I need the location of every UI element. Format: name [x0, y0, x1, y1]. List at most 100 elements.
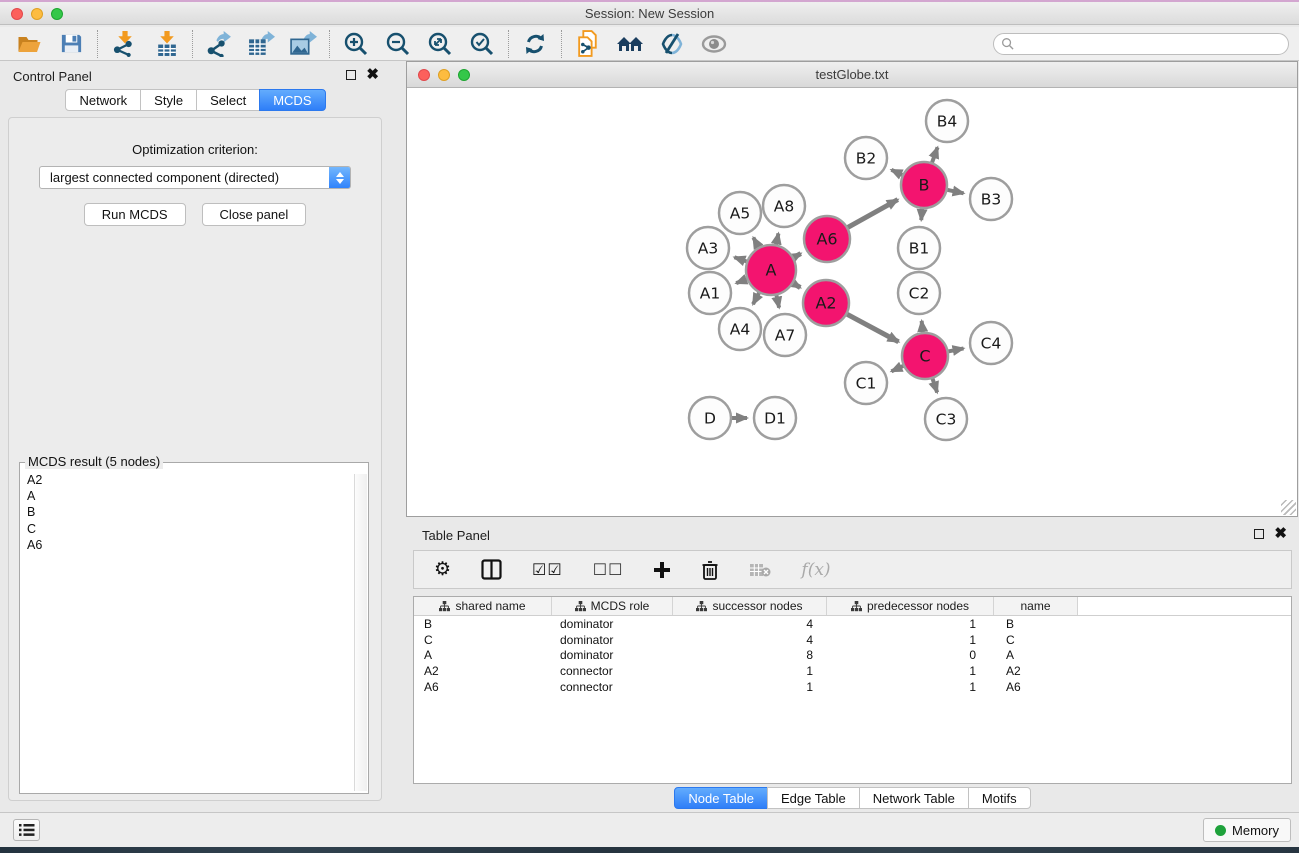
- graph-edge-A-A1[interactable]: [736, 279, 747, 283]
- refresh-icon[interactable]: [514, 29, 556, 59]
- close-panel-icon[interactable]: ✖: [366, 69, 379, 80]
- save-session-icon[interactable]: [50, 29, 92, 59]
- table-cell[interactable]: dominator: [552, 633, 673, 647]
- graph-edge-A-A4[interactable]: [753, 292, 759, 304]
- table-cell[interactable]: A2: [994, 664, 1078, 678]
- graph-edge-C-C4[interactable]: [948, 348, 964, 351]
- graph-node-A7[interactable]: A7: [764, 314, 806, 356]
- table-cell[interactable]: 1: [827, 633, 994, 647]
- graph-edge-C-C3[interactable]: [932, 378, 937, 393]
- table-cell[interactable]: A6: [414, 680, 552, 694]
- clone-network-icon[interactable]: [567, 29, 609, 59]
- graph-edge-A-A8[interactable]: [776, 233, 778, 245]
- graph-edge-B-B2[interactable]: [891, 170, 903, 175]
- table-cell[interactable]: 1: [673, 680, 827, 694]
- table-cell[interactable]: 1: [827, 664, 994, 678]
- graph-node-A1[interactable]: A1: [689, 272, 731, 314]
- table-cell[interactable]: A2: [414, 664, 552, 678]
- tab-style[interactable]: Style: [140, 89, 197, 111]
- graph-edge-B-B3[interactable]: [947, 190, 964, 194]
- graph-node-D1[interactable]: D1: [754, 397, 796, 439]
- column-header-shared-name[interactable]: shared name: [414, 597, 552, 615]
- graph-node-C3[interactable]: C3: [925, 398, 967, 440]
- float-panel-icon[interactable]: [346, 70, 356, 80]
- optimization-criterion-select[interactable]: largest connected component (directed): [39, 166, 351, 189]
- graph-node-A8[interactable]: A8: [763, 185, 805, 227]
- table-row[interactable]: Bdominator41B: [414, 616, 1291, 632]
- settings-gear-icon[interactable]: ⚙: [434, 558, 451, 581]
- graph-edge-C-C1[interactable]: [891, 366, 904, 372]
- close-panel-button[interactable]: Close panel: [202, 203, 307, 226]
- table-cell[interactable]: 8: [673, 648, 827, 662]
- deselect-all-icon[interactable]: ☐☐: [593, 560, 624, 580]
- table-row[interactable]: Cdominator41C: [414, 632, 1291, 648]
- run-mcds-button[interactable]: Run MCDS: [84, 203, 186, 226]
- graph-edge-A-A3[interactable]: [734, 257, 747, 262]
- export-image-icon[interactable]: [282, 29, 324, 59]
- graph-node-A6[interactable]: A6: [804, 216, 850, 262]
- table-cell[interactable]: 4: [673, 617, 827, 631]
- table-cell[interactable]: B: [414, 617, 552, 631]
- memory-button[interactable]: Memory: [1203, 818, 1291, 842]
- graph-edge-A6-B[interactable]: [847, 200, 898, 228]
- import-network-icon[interactable]: [103, 29, 145, 59]
- table-cell[interactable]: connector: [552, 680, 673, 694]
- graph-edge-A-A7[interactable]: [776, 294, 779, 307]
- table-cell[interactable]: dominator: [552, 617, 673, 631]
- float-table-panel-icon[interactable]: [1254, 529, 1264, 539]
- table-cell[interactable]: 4: [673, 633, 827, 647]
- graph-node-C4[interactable]: C4: [970, 322, 1012, 364]
- zoom-selected-icon[interactable]: [461, 29, 503, 59]
- column-header-name[interactable]: name: [994, 597, 1078, 615]
- result-item-b[interactable]: B: [27, 504, 368, 520]
- graph-edge-B-B4[interactable]: [932, 147, 938, 163]
- column-header-mcds-role[interactable]: MCDS role: [552, 597, 673, 615]
- tab-network[interactable]: Network: [65, 89, 141, 111]
- import-table-icon[interactable]: [145, 29, 187, 59]
- zoom-in-icon[interactable]: [335, 29, 377, 59]
- graph-edge-A-A5[interactable]: [753, 238, 759, 248]
- result-item-a[interactable]: A: [27, 488, 368, 504]
- network-window-titlebar[interactable]: testGlobe.txt: [407, 62, 1297, 88]
- graph-node-B4[interactable]: B4: [926, 100, 968, 142]
- tab-mcds[interactable]: MCDS: [259, 89, 325, 111]
- graph-node-C2[interactable]: C2: [898, 272, 940, 314]
- graph-edge-A-A2[interactable]: [792, 283, 800, 288]
- open-session-icon[interactable]: [8, 29, 50, 59]
- zoom-out-icon[interactable]: [377, 29, 419, 59]
- export-network-icon[interactable]: [198, 29, 240, 59]
- search-field[interactable]: [993, 33, 1289, 55]
- graph-node-A5[interactable]: A5: [719, 192, 761, 234]
- graph-node-B[interactable]: B: [901, 162, 947, 208]
- graph-node-B2[interactable]: B2: [845, 137, 887, 179]
- tab-motifs[interactable]: Motifs: [968, 787, 1031, 809]
- graph-node-B3[interactable]: B3: [970, 178, 1012, 220]
- graph-edge-A2-C[interactable]: [846, 314, 898, 342]
- graph-node-A4[interactable]: A4: [719, 308, 761, 350]
- network-graph-canvas[interactable]: AA1A2A3A4A5A6A7A8BB1B2B3B4CC1C2C3C4DD1: [407, 89, 1297, 517]
- table-cell[interactable]: 1: [827, 617, 994, 631]
- tab-network-table[interactable]: Network Table: [859, 787, 969, 809]
- table-cell[interactable]: A: [414, 648, 552, 662]
- graph-edge-C-C2[interactable]: [922, 321, 923, 333]
- delete-column-icon[interactable]: [701, 560, 719, 580]
- tab-select[interactable]: Select: [196, 89, 260, 111]
- graph-node-A2[interactable]: A2: [803, 280, 849, 326]
- graph-node-C[interactable]: C: [902, 333, 948, 379]
- zoom-fit-icon[interactable]: [419, 29, 461, 59]
- graph-node-B1[interactable]: B1: [898, 227, 940, 269]
- result-item-a6[interactable]: A6: [27, 537, 368, 553]
- table-row[interactable]: A2connector11A2: [414, 663, 1291, 679]
- graph-node-A[interactable]: A: [746, 245, 796, 295]
- column-header-successor-nodes[interactable]: successor nodes: [673, 597, 827, 615]
- close-table-panel-icon[interactable]: ✖: [1274, 528, 1287, 539]
- search-input[interactable]: [1018, 37, 1288, 51]
- export-table-icon[interactable]: [240, 29, 282, 59]
- table-cell[interactable]: 1: [827, 680, 994, 694]
- table-row[interactable]: A6connector11A6: [414, 679, 1291, 695]
- table-cell[interactable]: B: [994, 617, 1078, 631]
- layout-homes-icon[interactable]: [609, 29, 651, 59]
- column-header-predecessor-nodes[interactable]: predecessor nodes: [827, 597, 994, 615]
- table-cell[interactable]: C: [994, 633, 1078, 647]
- graph-node-C1[interactable]: C1: [845, 362, 887, 404]
